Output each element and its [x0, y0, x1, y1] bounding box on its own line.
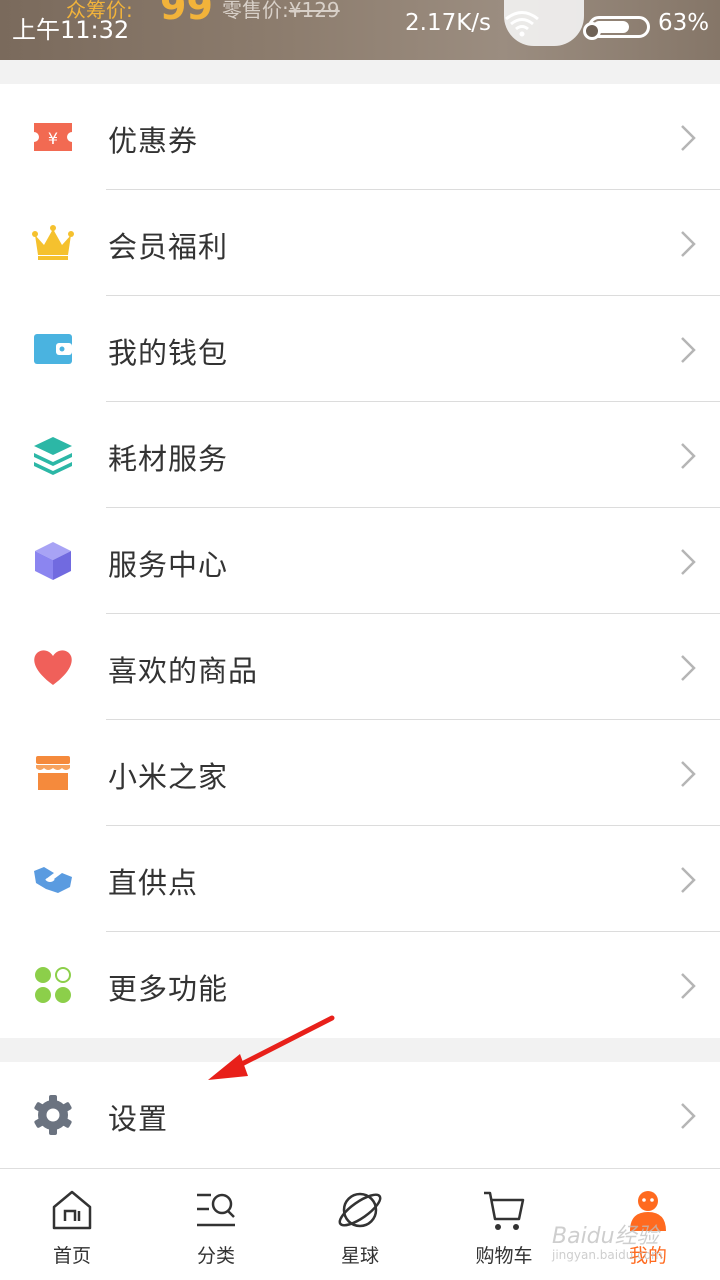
settings-section: 设置 [0, 1062, 720, 1168]
promo-retail-label: 零售价: [222, 0, 289, 22]
menu-item-member-benefits[interactable]: 会员福利 [0, 190, 720, 296]
chevron-right-icon [681, 549, 696, 575]
menu-item-favorites[interactable]: 喜欢的商品 [0, 614, 720, 720]
chevron-right-icon [681, 125, 696, 151]
promo-price: 99 [160, 0, 213, 28]
nav-tab-home[interactable]: 首页 [0, 1169, 144, 1280]
status-net-speed: 2.17K/s [405, 10, 492, 36]
coupon-icon: ¥ [34, 123, 72, 151]
menu-item-coupons[interactable]: ¥ 优惠券 [0, 84, 720, 190]
menu-item-direct-supply[interactable]: 直供点 [0, 826, 720, 932]
nav-tab-label: 首页 [52, 1245, 91, 1267]
more-dots-icon [35, 967, 71, 1003]
gear-icon [34, 1095, 72, 1135]
nav-tab-label: 星球 [340, 1245, 379, 1267]
wallet-icon [34, 334, 72, 364]
menu-item-more-features[interactable]: 更多功能 [0, 932, 720, 1038]
chevron-right-icon [681, 1103, 696, 1129]
watermark-url: jingyan.baidu.com [552, 1248, 663, 1262]
planet-icon [338, 1192, 382, 1228]
chevron-right-icon [681, 443, 696, 469]
chevron-right-icon [681, 973, 696, 999]
annotation-arrow-icon [208, 1015, 335, 1080]
category-search-icon [197, 1193, 235, 1227]
status-time: 上午11:32 [12, 16, 130, 44]
chevron-right-icon [681, 867, 696, 893]
menu-item-label: 设置 [108, 1102, 169, 1136]
promo-retail: 零售价:¥129 [222, 0, 340, 23]
heart-icon [34, 650, 72, 685]
menu-item-label: 服务中心 [108, 548, 229, 582]
menu-item-mi-home-store[interactable]: 小米之家 [0, 720, 720, 826]
cube-icon [35, 542, 71, 580]
menu-item-label: 耗材服务 [108, 442, 229, 476]
menu-item-consumables[interactable]: 耗材服务 [0, 402, 720, 508]
chevron-right-icon [681, 337, 696, 363]
menu-item-label: 会员福利 [108, 230, 229, 264]
menu-item-service-center[interactable]: 服务中心 [0, 508, 720, 614]
chevron-right-icon [681, 231, 696, 257]
nav-tab-planet[interactable]: 星球 [288, 1169, 432, 1280]
menu-item-label: 更多功能 [108, 972, 229, 1006]
home-icon [52, 1190, 92, 1230]
handshake-icon [34, 867, 72, 893]
menu-item-label: 喜欢的商品 [108, 654, 259, 688]
menu-list: ¥ 优惠券 会员福利 我的钱包 耗材服务 服务中心 喜欢的商品 小米之家 直供点… [0, 84, 720, 1038]
svg-text:¥: ¥ [48, 129, 58, 148]
menu-item-label: 我的钱包 [108, 336, 229, 370]
status-bar: 众筹价: 99 零售价:¥129 上午11:32 2.17K/s 63% [0, 0, 720, 60]
battery-indicator-icon [583, 22, 601, 40]
layers-icon [34, 437, 72, 475]
status-battery: 63% [658, 10, 710, 36]
chevron-right-icon [681, 655, 696, 681]
menu-item-label: 小米之家 [108, 760, 229, 794]
menu-item-settings[interactable]: 设置 [0, 1062, 720, 1168]
watermark: Baidu经验 [552, 1224, 659, 1249]
crown-icon [32, 225, 74, 260]
store-icon [36, 756, 70, 790]
wifi-icon [505, 11, 539, 37]
nav-tab-category[interactable]: 分类 [144, 1169, 288, 1280]
cart-icon [484, 1191, 525, 1230]
promo-retail-price: ¥129 [288, 0, 340, 22]
chevron-right-icon [681, 761, 696, 787]
nav-tab-label: 分类 [196, 1245, 235, 1267]
menu-item-label: 直供点 [108, 866, 199, 900]
menu-item-label: 优惠券 [108, 124, 199, 158]
menu-item-wallet[interactable]: 我的钱包 [0, 296, 720, 402]
